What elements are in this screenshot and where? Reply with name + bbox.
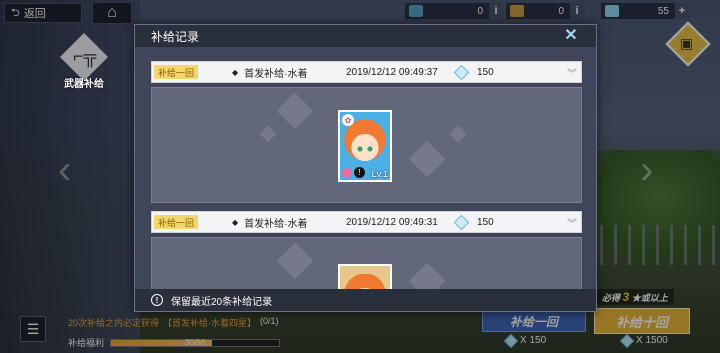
record-time: 2019/12/12 09:49:31 — [346, 216, 438, 228]
character-level: Lv.1 — [371, 169, 388, 179]
footer-note: 保留最近20条补给记录 — [171, 296, 273, 308]
collapse-chevron-icon[interactable]: ︾ — [563, 65, 581, 80]
record-row[interactable]: 补给一回 ◆ 首发补给·水着 2019/12/12 09:49:31 150 ︾ — [151, 211, 582, 233]
rarity-dot-icon — [342, 168, 352, 178]
record-pool-name: 首发补给·水着 — [244, 68, 308, 80]
record-list[interactable]: 补给一回 ◆ 首发补给·水着 2019/12/12 09:49:37 150 ︾… — [135, 47, 596, 291]
collapse-chevron-icon[interactable]: ︾ — [563, 215, 581, 230]
record-pool: ◆ 首发补给·水着 — [232, 65, 332, 80]
record-type-tag: 补给一回 — [154, 65, 198, 79]
crystal-icon — [453, 214, 470, 230]
record-pool: ◆ 首发补给·水着 — [232, 215, 332, 230]
diamond-bullet-icon: ◆ — [232, 67, 239, 77]
deco-diamond — [276, 92, 314, 130]
deco-diamond — [276, 242, 314, 280]
dialog-footer: ! 保留最近20条补给记录 — [135, 289, 596, 311]
record-cost: 150 — [477, 216, 494, 228]
record-time: 2019/12/12 09:49:37 — [346, 66, 438, 78]
deco-diamond — [259, 125, 277, 143]
element-badge-icon: ✿ — [342, 114, 354, 126]
dialog-header: 补给记录 ✕ — [135, 25, 596, 47]
character-portrait — [343, 120, 387, 170]
close-icon[interactable]: ✕ — [562, 28, 580, 44]
record-row[interactable]: 补给一回 ◆ 首发补给·水着 2019/12/12 09:49:37 150 ︾ — [151, 61, 582, 83]
record-type-tag: 补给一回 — [154, 215, 198, 229]
deco-diamond — [408, 262, 446, 291]
supply-record-dialog: 补给记录 ✕ 补给一回 ◆ 首发补给·水着 2019/12/12 09:49:3… — [134, 24, 597, 312]
weapon-tab-label: 武器补给 — [64, 79, 104, 90]
character-card[interactable] — [338, 264, 392, 291]
record-cost: 150 — [477, 66, 494, 78]
info-icon: ! — [151, 294, 163, 306]
gun-icon: ⌐╦ — [73, 46, 97, 66]
dialog-title: 补给记录 — [151, 29, 200, 44]
deco-diamond — [408, 140, 446, 178]
deco-diamond — [449, 125, 467, 143]
alert-icon: ! — [354, 167, 365, 178]
record-pool-name: 首发补给·水着 — [244, 218, 308, 230]
record-detail: ✿ ! Lv.1 — [151, 87, 582, 203]
diamond-bullet-icon: ◆ — [232, 217, 239, 227]
crystal-icon — [453, 64, 470, 80]
character-card[interactable]: ✿ ! Lv.1 — [338, 110, 392, 182]
record-detail — [151, 237, 582, 291]
